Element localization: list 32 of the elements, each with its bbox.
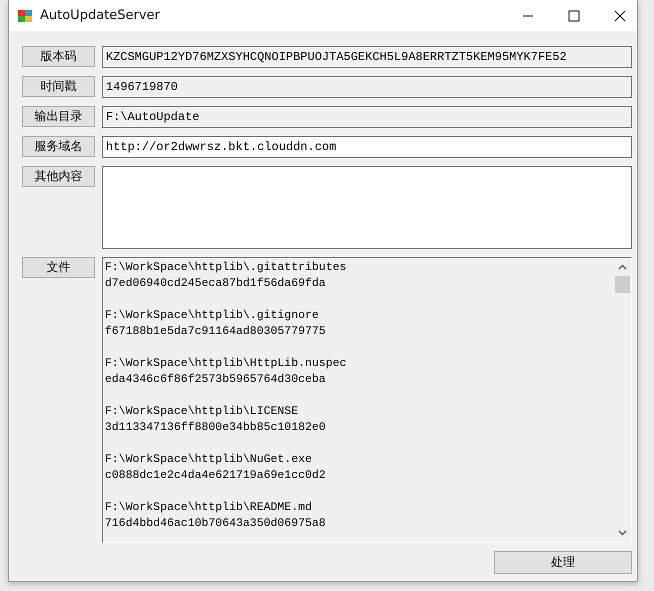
scroll-up-icon[interactable] [618,264,627,270]
file-path: F:\WorkSpace\httplib\LICENSE [104,404,300,420]
text-field[interactable]: F:\AutoUpdate [102,106,632,128]
field-label-button[interactable]: 文件 [22,257,95,278]
file-list[interactable] [102,257,632,543]
field-label-button[interactable]: 输出目录 [22,106,95,127]
scroll-down-icon[interactable] [618,530,627,536]
process-button[interactable]: 处理 [494,551,632,574]
scroll-thumb[interactable] [615,276,630,293]
file-hash: 716d4bbd46ac10b70643a350d06975a8 [104,516,327,532]
text-field[interactable]: 1496719870 [102,76,632,98]
file-path: F:\WorkSpace\httplib\.gitignore [104,308,320,324]
app-icon [17,8,33,24]
close-icon[interactable] [614,10,626,22]
text-field[interactable]: KZCSMGUP12YD76MZXSYHCQNOIPBPUOJTA5GEKCH5L9A8ERRTZT5KEM95MYK7FE52 [102,46,632,68]
field-label-button[interactable]: 时间戳 [22,76,95,97]
file-hash: d7ed06940cd245eca87bd1f56da69fda [104,276,327,292]
file-hash: c0888dc1e2c4da4e621719a69e1cc0d2 [104,468,327,484]
maximize-icon[interactable] [568,10,580,22]
text-field[interactable]: http://or2dwwrsz.bkt.clouddn.com [102,136,632,158]
file-hash: 3d113347136ff8800e34bb85c10182e0 [104,420,327,436]
window-title: AutoUpdateServer [40,8,160,23]
text-area[interactable] [102,166,632,249]
file-hash: eda4346c6f86f2573b5965764d30ceba [104,372,327,388]
file-path: F:\WorkSpace\httplib\README.md [104,500,313,516]
file-path: F:\WorkSpace\httplib\HttpLib.nuspec [104,356,348,372]
file-hash: f67188b1e5da7c91164ad80305779775 [104,324,327,340]
file-path: F:\WorkSpace\httplib\.gitattributes [104,260,348,276]
field-label-button[interactable]: 其他内容 [22,166,95,187]
file-path: F:\WorkSpace\httplib\NuGet.exe [104,452,313,468]
field-label-button[interactable]: 服务域名 [22,136,95,157]
field-label-button[interactable]: 版本码 [22,46,95,67]
